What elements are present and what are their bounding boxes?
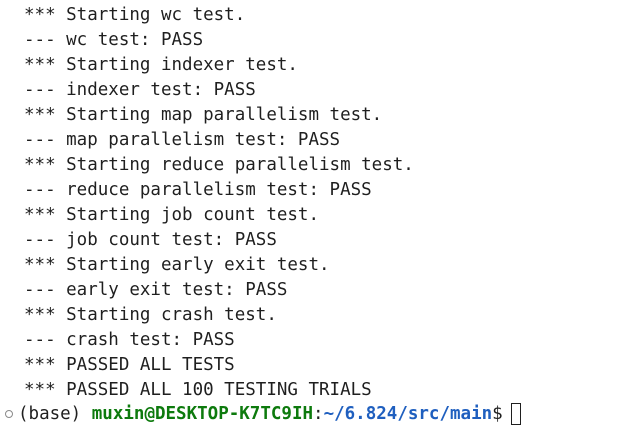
output-line: --- map parallelism test: PASS — [24, 130, 341, 150]
terminal-output: *** Starting wc test. --- wc test: PASS … — [24, 3, 414, 403]
output-line: --- job count test: PASS — [24, 230, 277, 250]
output-line: *** Starting crash test. — [24, 305, 277, 325]
working-directory: ~/6.824/src/main — [323, 404, 493, 424]
output-line: *** Starting early exit test. — [24, 255, 330, 275]
output-line: --- wc test: PASS — [24, 30, 204, 50]
output-line: *** PASSED ALL TESTS — [24, 355, 235, 375]
text-cursor — [510, 403, 521, 425]
output-line: --- indexer test: PASS — [24, 80, 256, 100]
user-host: muxin@DESKTOP-K7TC9IH — [91, 404, 314, 424]
output-line: *** Starting map parallelism test. — [24, 105, 383, 125]
output-line: --- crash test: PASS — [24, 330, 235, 350]
circle-outline-icon — [5, 410, 13, 418]
output-line: --- reduce parallelism test: PASS — [24, 180, 372, 200]
output-line: *** Starting indexer test. — [24, 55, 298, 75]
output-line: --- early exit test: PASS — [24, 280, 288, 300]
conda-env-label: (base) — [18, 404, 92, 424]
command-prompt[interactable]: (base) muxin@DESKTOP-K7TC9IH : ~/6.824/s… — [5, 400, 521, 428]
output-line: *** Starting wc test. — [24, 5, 246, 25]
prompt-separator: : — [313, 404, 324, 424]
terminal-window[interactable]: *** Starting wc test. --- wc test: PASS … — [0, 0, 644, 430]
output-line: *** Starting reduce parallelism test. — [24, 155, 414, 175]
output-line: *** Starting job count test. — [24, 205, 320, 225]
prompt-symbol: $ — [492, 404, 503, 424]
